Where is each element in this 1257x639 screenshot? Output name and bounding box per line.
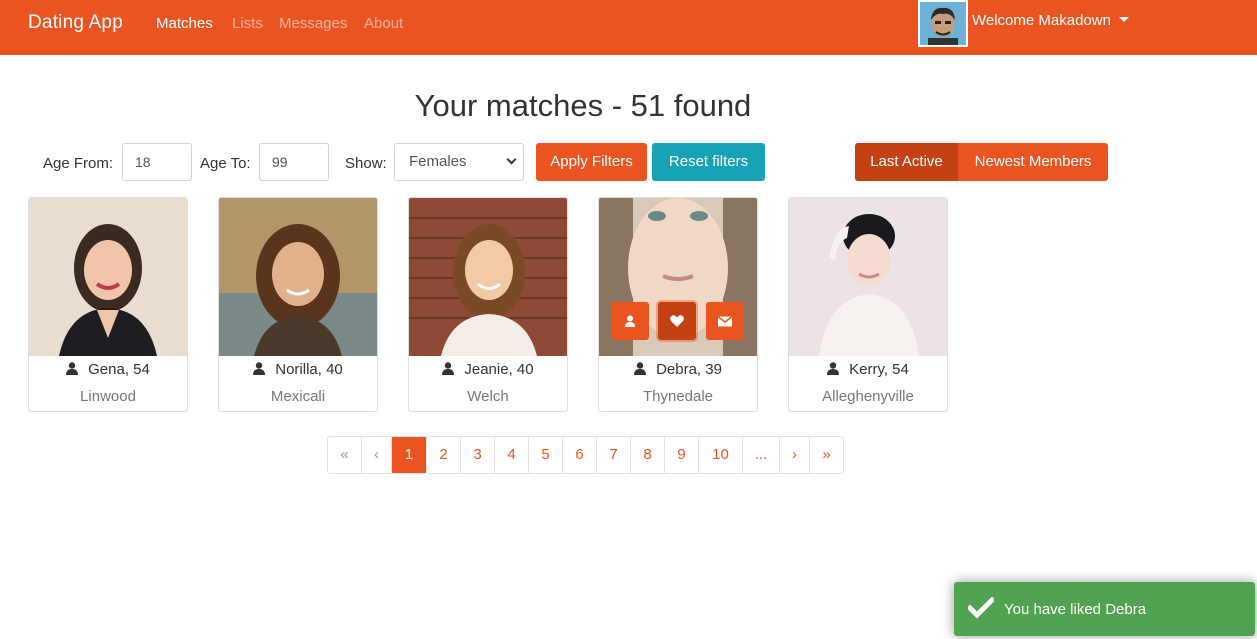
view-profile-button[interactable]: [611, 302, 649, 340]
show-label: Show:: [345, 155, 387, 172]
page-next-button[interactable]: ›: [779, 437, 809, 473]
member-card[interactable]: Debra, 39 Thynedale: [598, 197, 758, 412]
success-toast[interactable]: You have liked Debra: [954, 582, 1255, 636]
member-name: Debra, 39: [599, 361, 757, 378]
member-name-text: Jeanie, 40: [464, 361, 534, 378]
envelope-icon: [717, 315, 733, 327]
member-name-text: Norilla, 40: [275, 361, 343, 378]
page-2-button[interactable]: 2: [426, 437, 460, 473]
page-1-button[interactable]: 1: [391, 437, 426, 473]
user-icon: [253, 362, 266, 375]
sort-last-active-button[interactable]: Last Active: [855, 143, 958, 181]
user-avatar[interactable]: [918, 0, 968, 47]
nav-link-lists[interactable]: Lists: [232, 15, 263, 32]
reset-filters-button[interactable]: Reset filters: [652, 143, 765, 181]
caret-down-icon: [1118, 17, 1129, 22]
nav-link-about[interactable]: About: [364, 15, 403, 32]
age-from-label: Age From:: [43, 155, 114, 172]
age-to-label: Age To:: [200, 155, 251, 172]
user-dropdown-toggle[interactable]: Welcome Makadown: [972, 12, 1129, 29]
member-card[interactable]: Jeanie, 40 Welch: [408, 197, 568, 412]
sort-newest-members-button[interactable]: Newest Members: [958, 143, 1108, 181]
gender-select-value: Females: [409, 153, 467, 170]
member-photo[interactable]: [789, 198, 947, 356]
member-card-actions: [609, 302, 749, 340]
page-prev-button[interactable]: ‹: [361, 437, 391, 473]
member-card[interactable]: Norilla, 40 Mexicali: [218, 197, 378, 412]
member-city: Thynedale: [642, 388, 714, 405]
member-card[interactable]: Gena, 54 Linwood: [28, 197, 188, 412]
user-icon: [625, 315, 635, 327]
page-8-button[interactable]: 8: [630, 437, 664, 473]
apply-filters-button[interactable]: Apply Filters: [536, 143, 647, 181]
member-city: Mexicali: [270, 388, 326, 405]
member-city: Welch: [467, 388, 509, 405]
page-last-button[interactable]: »: [809, 437, 843, 473]
heart-icon: [670, 315, 684, 327]
page-10-button[interactable]: 10: [698, 437, 742, 473]
brand-link[interactable]: Dating App: [28, 12, 123, 34]
page-ellipsis-button[interactable]: ...: [742, 437, 779, 473]
age-to-input[interactable]: [259, 143, 329, 181]
send-message-button[interactable]: [706, 302, 744, 340]
user-icon: [827, 362, 840, 375]
page-3-button[interactable]: 3: [460, 437, 494, 473]
member-name-text: Gena, 54: [88, 361, 150, 378]
nav-link-matches[interactable]: Matches: [156, 15, 213, 32]
chevron-down-icon: [506, 154, 517, 165]
member-city: Alleghenyville: [822, 388, 914, 405]
gender-select[interactable]: Females: [394, 143, 524, 181]
nav-link-messages[interactable]: Messages: [279, 15, 347, 32]
member-name: Norilla, 40: [219, 361, 377, 378]
navbar: Dating App Matches Lists Messages About …: [0, 0, 1257, 55]
member-name: Kerry, 54: [789, 361, 947, 378]
page-title: Your matches - 51 found: [414, 88, 752, 123]
member-name-text: Kerry, 54: [849, 361, 909, 378]
member-photo[interactable]: [29, 198, 187, 356]
member-name-text: Debra, 39: [656, 361, 722, 378]
user-icon: [442, 362, 455, 375]
pagination: « ‹ 1 2 3 4 5 6 7 8 9 10 ... › »: [327, 436, 844, 474]
age-from-input[interactable]: [122, 143, 192, 181]
member-city: Linwood: [80, 388, 136, 405]
user-icon: [634, 362, 647, 375]
member-name: Gena, 54: [29, 361, 187, 378]
toast-message: You have liked Debra: [1004, 601, 1147, 618]
member-name: Jeanie, 40: [409, 361, 567, 378]
page-5-button[interactable]: 5: [528, 437, 562, 473]
member-photo[interactable]: [409, 198, 567, 356]
welcome-text: Welcome Makadown: [972, 12, 1111, 29]
check-icon: [968, 597, 994, 619]
page-6-button[interactable]: 6: [562, 437, 596, 473]
page-4-button[interactable]: 4: [494, 437, 528, 473]
page-first-button[interactable]: «: [328, 437, 361, 473]
user-icon: [66, 362, 79, 375]
member-card[interactable]: Kerry, 54 Alleghenyville: [788, 197, 948, 412]
member-photo[interactable]: [219, 198, 377, 356]
like-button[interactable]: [658, 302, 696, 340]
page-7-button[interactable]: 7: [596, 437, 630, 473]
page-9-button[interactable]: 9: [664, 437, 698, 473]
